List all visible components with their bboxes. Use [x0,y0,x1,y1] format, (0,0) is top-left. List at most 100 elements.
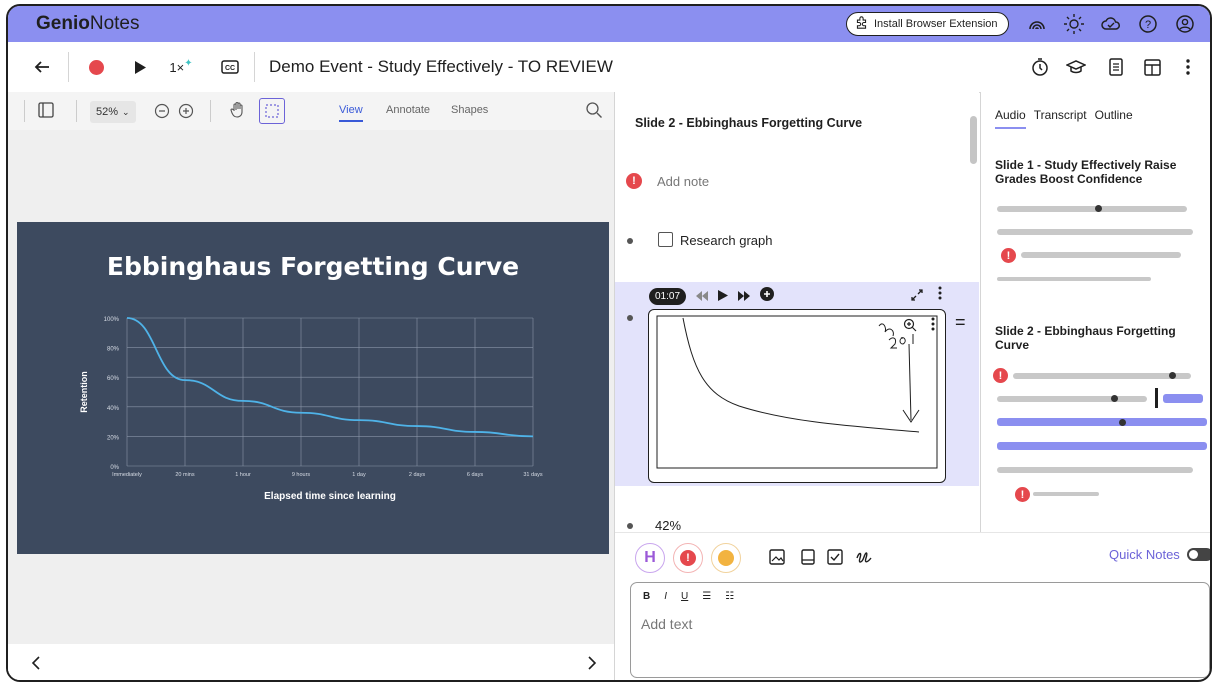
rewind-icon[interactable] [696,288,709,306]
sidebar-toggle-icon[interactable] [38,102,54,123]
draw-icon[interactable] [855,548,873,571]
y-axis-label: Retention [79,371,89,413]
audio-waveform[interactable] [997,467,1193,473]
toggle-switch[interactable] [1186,548,1210,561]
add-note-label[interactable]: Add note [657,174,709,189]
editor-placeholder[interactable]: Add text [641,616,692,632]
play-icon[interactable] [718,288,729,306]
divider [68,52,69,82]
waveform-marker [1169,372,1176,379]
account-icon[interactable] [1173,12,1197,36]
cloud-icon[interactable] [1099,12,1123,36]
bullet-list-button[interactable]: ☰ [702,591,711,602]
tab-audio[interactable]: Audio [995,108,1026,129]
playhead[interactable] [1155,388,1158,408]
alert-icon[interactable]: ! [1001,248,1016,263]
quick-notes-toggle[interactable]: Quick Notes [1109,547,1210,562]
confused-button[interactable] [711,543,741,573]
document-title[interactable]: Demo Event - Study Effectively - TO REVI… [269,57,613,77]
graduation-cap-icon[interactable] [1064,54,1088,80]
underline-button[interactable]: U [681,591,688,602]
audio-waveform[interactable] [997,229,1193,235]
audio-waveform-played[interactable] [997,442,1207,450]
broadcast-icon[interactable] [1025,12,1049,36]
x-tick-label: 6 days [467,472,483,478]
timer-icon[interactable] [1028,54,1052,80]
checkbox[interactable] [658,232,673,247]
x-tick-label: 1 hour [235,472,251,478]
bold-button[interactable]: B [643,591,650,602]
previous-slide-icon[interactable] [30,656,42,675]
audio-waveform[interactable] [997,277,1151,281]
add-circle-icon[interactable] [760,287,775,306]
sketch-more-icon[interactable] [931,317,935,336]
select-tool-icon[interactable] [259,98,285,124]
slide2-audio-heading: Slide 2 - Ebbinghaus Forgetting Curve [995,324,1176,352]
numbered-list-button[interactable]: ☷ [725,591,734,602]
captions-icon[interactable]: CC [218,54,242,80]
audio-waveform-played[interactable] [1163,394,1203,403]
image-icon[interactable] [769,549,785,570]
flashcard-icon[interactable] [801,549,815,570]
audio-waveform[interactable] [997,206,1187,212]
notes-scrollbar[interactable] [970,116,977,164]
annotate-mode-tab[interactable]: Annotate [386,104,430,116]
zoom-select[interactable]: 52% ⌄ [90,101,136,123]
y-tick-label: 80% [107,347,120,353]
zoom-out-icon[interactable] [154,103,170,124]
search-icon[interactable] [585,101,603,124]
waveform-marker [1095,205,1102,212]
media-note-block: 01:07 = [615,282,979,486]
player-timestamp: 01:07 [649,288,687,305]
thinking-face-icon [718,550,734,566]
y-tick-label: 20% [107,435,120,441]
brand-logo: GenioNotes [36,13,140,34]
layout-icon[interactable] [1140,54,1164,80]
audio-waveform[interactable] [1021,252,1181,258]
x-tick-label: 1 day [352,472,366,478]
view-mode-tab[interactable]: View [339,104,363,122]
zoom-in-icon[interactable] [178,103,194,124]
record-button[interactable] [84,54,108,80]
block-more-icon[interactable] [938,286,942,305]
play-button[interactable] [130,54,150,80]
highlight-button[interactable]: H [635,543,665,573]
x-axis-label: Elapsed time since learning [264,491,396,502]
divider [254,52,255,82]
note-text-editor[interactable]: B I U ☰ ☷ Add text [630,582,1210,678]
alert-icon[interactable]: ! [993,368,1008,383]
sun-icon[interactable] [1062,12,1086,36]
bullet [627,238,633,244]
right-panel-tabs: Audio Transcript Outline [995,108,1133,129]
install-extension-button[interactable]: Install Browser Extension [846,12,1009,36]
percent-note[interactable]: 42% [655,518,681,532]
hand-tool-icon[interactable] [229,101,247,124]
sketch-zoom-icon[interactable] [903,318,917,337]
y-tick-label: 60% [107,376,120,382]
tab-transcript[interactable]: Transcript [1034,108,1087,129]
handwritten-sketch[interactable] [648,309,946,483]
viewer-toolbar: 52% ⌄ View Annotate Shapes [8,92,614,130]
audio-waveform[interactable] [1013,373,1191,379]
checkbox-icon[interactable] [827,549,843,570]
waveform-marker [1111,395,1118,402]
x-tick-label: 31 days [523,472,543,478]
fast-forward-icon[interactable] [738,288,751,306]
help-icon[interactable]: ? [1136,12,1160,36]
shapes-mode-tab[interactable]: Shapes [451,104,488,116]
drag-handle-icon[interactable]: = [955,312,966,333]
expand-icon[interactable] [911,288,923,306]
important-button[interactable]: ! [673,543,703,573]
alert-icon[interactable]: ! [1015,487,1030,502]
italic-button[interactable]: I [664,591,667,602]
audio-waveform[interactable] [997,396,1147,402]
next-slide-icon[interactable] [586,656,598,675]
main-toolbar: 1× ✦ CC Demo Event - Study Effectively - … [8,42,1210,93]
audio-waveform-played[interactable] [997,418,1207,426]
document-icon[interactable] [1104,54,1128,80]
back-arrow-icon[interactable] [30,54,54,80]
more-options-icon[interactable] [1180,54,1196,80]
playback-speed-button[interactable]: 1× ✦ [166,54,196,80]
tab-outline[interactable]: Outline [1095,108,1133,129]
audio-waveform[interactable] [1033,492,1099,496]
